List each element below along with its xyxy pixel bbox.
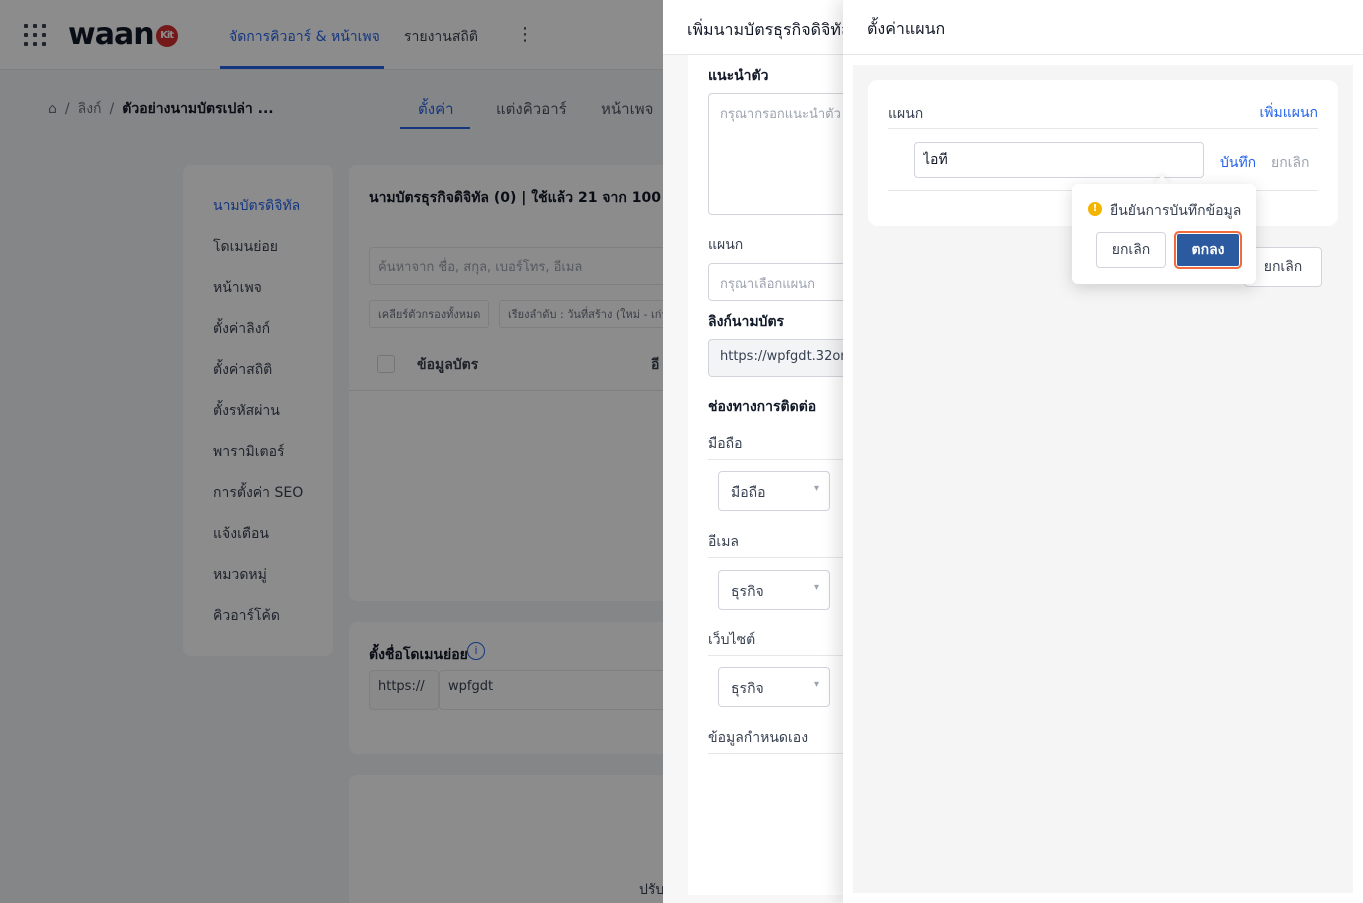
- confirm-cancel-button[interactable]: ยกเลิก: [1096, 232, 1166, 268]
- intro-label: แนะนำตัว: [708, 68, 769, 84]
- department-header-label: แผนก: [888, 106, 924, 122]
- website-type-select[interactable]: ธุรกิจ ▾: [718, 667, 830, 707]
- warning-icon: !: [1088, 202, 1102, 216]
- chevron-down-icon: ▾: [813, 582, 819, 593]
- add-card-drawer-title: เพิ่มนามบัตรธุรกิจดิจิทัล: [687, 20, 851, 39]
- save-department-button[interactable]: บันทึก: [1220, 152, 1256, 174]
- email-label: อีเมล: [708, 534, 740, 550]
- email-type-select[interactable]: ธุรกิจ ▾: [718, 570, 830, 610]
- department-label: แผนก: [708, 237, 744, 253]
- department-settings-drawer: ตั้งค่าแผนก แผนก เพิ่มแผนก บันทึก ยกเลิก: [843, 0, 1363, 903]
- save-confirm-popover: ! ยืนยันการบันทึกข้อมูล ยกเลิก ตกลง: [1072, 184, 1256, 284]
- confirm-ok-button[interactable]: ตกลง: [1174, 231, 1242, 269]
- department-settings-header: ตั้งค่าแผนก: [843, 0, 1363, 55]
- department-settings-title: ตั้งค่าแผนก: [867, 19, 946, 38]
- add-department-button[interactable]: เพิ่มแผนก: [1259, 102, 1318, 124]
- contact-channels-label: ช่องทางการติดต่อ: [708, 399, 817, 415]
- divider: [888, 128, 1318, 129]
- department-name-input[interactable]: [914, 142, 1204, 178]
- card-link-label: ลิงก์นามบัตร: [708, 314, 785, 330]
- mobile-label: มือถือ: [708, 436, 743, 452]
- mobile-type-value: มือถือ: [731, 485, 766, 501]
- chevron-down-icon: ▾: [813, 679, 819, 690]
- mobile-type-select[interactable]: มือถือ ▾: [718, 471, 830, 511]
- confirm-message: ยืนยันการบันทึกข้อมูล: [1110, 203, 1242, 219]
- custom-data-label: ข้อมูลกำหนดเอง: [708, 730, 809, 746]
- email-type-value: ธุรกิจ: [731, 584, 764, 600]
- website-label: เว็บไซต์: [708, 632, 756, 648]
- website-type-value: ธุรกิจ: [731, 681, 764, 697]
- chevron-down-icon: ▾: [813, 483, 819, 494]
- cancel-department-button[interactable]: ยกเลิก: [1271, 152, 1310, 174]
